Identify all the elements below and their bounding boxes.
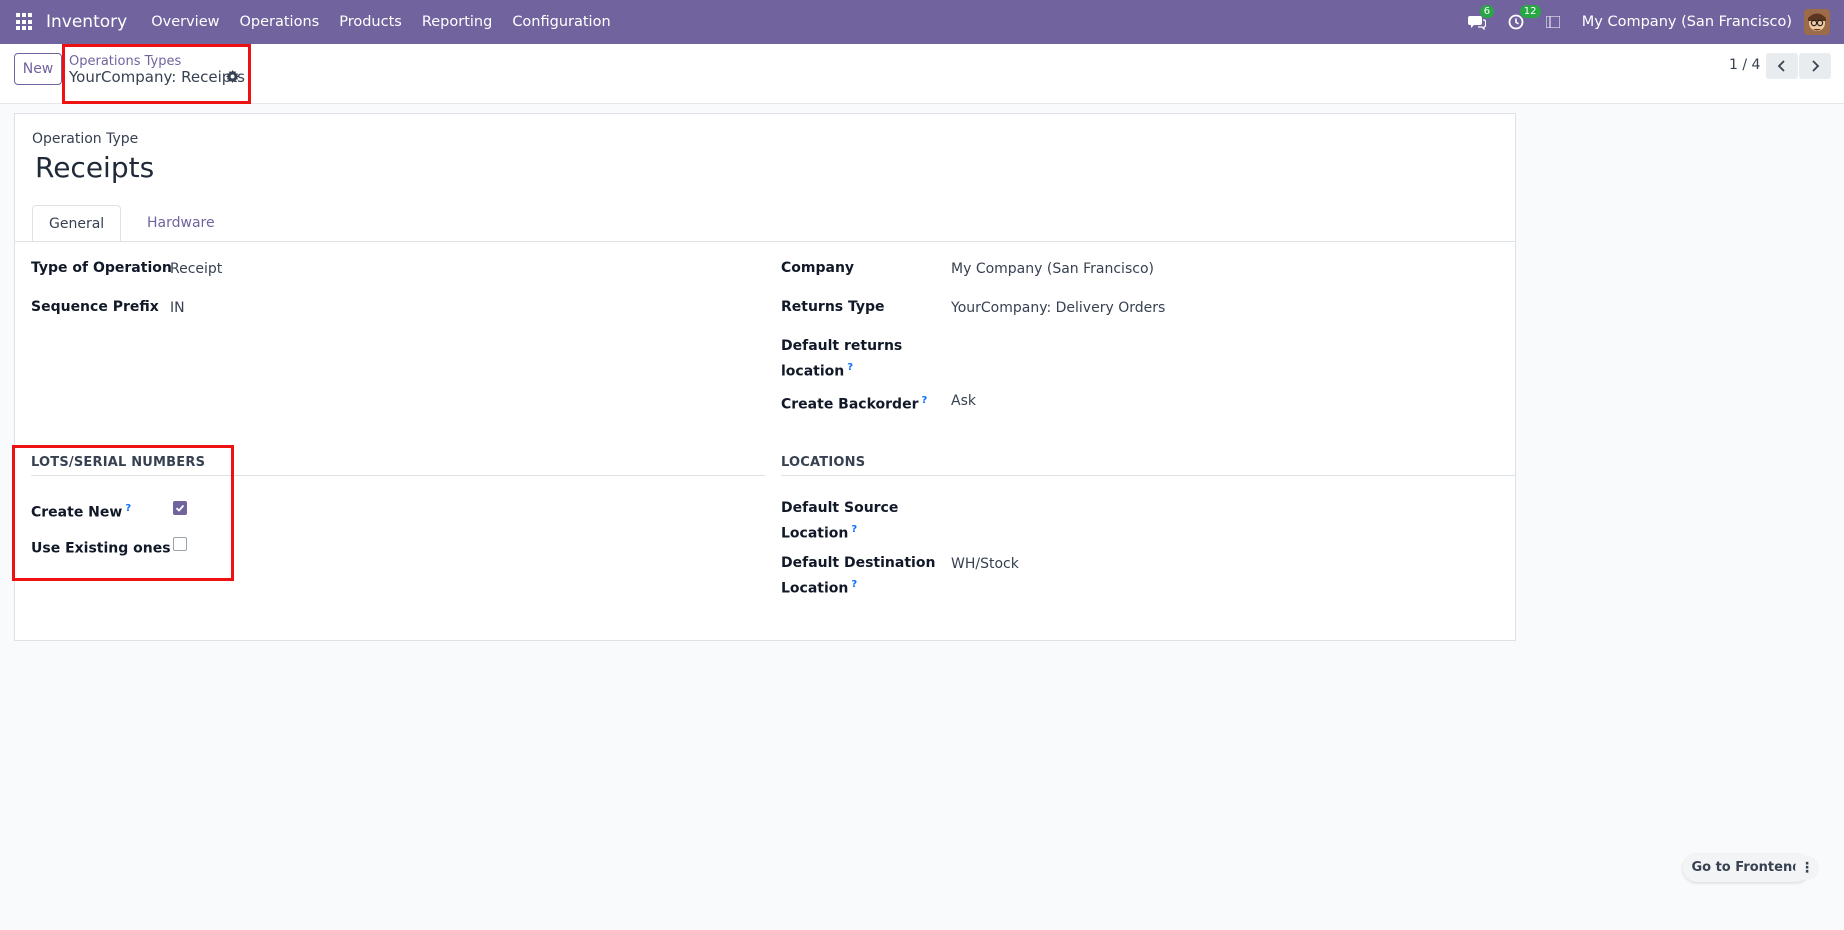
pager-previous-button[interactable] (1766, 53, 1798, 79)
default-returns-location-label-line1: Default returns (781, 338, 903, 354)
menu-overview[interactable]: Overview (151, 14, 219, 30)
top-navbar: Inventory Overview Operations Products R… (0, 0, 1844, 44)
help-tooltip-icon[interactable]: ? (851, 524, 857, 535)
help-tooltip-icon[interactable]: ? (847, 362, 853, 373)
menu-configuration[interactable]: Configuration (512, 14, 610, 30)
type-of-operation-label: Type of Operation (31, 260, 172, 276)
lots-section-highlight-box (12, 445, 234, 581)
breadcrumb-current-record: YourCompany: Receipts (69, 68, 245, 86)
form-sheet: Operation Type Receipts General Hardware… (14, 113, 1516, 641)
create-backorder-field[interactable]: Ask (951, 391, 976, 412)
help-tooltip-icon[interactable]: ? (851, 579, 857, 590)
menu-operations[interactable]: Operations (239, 14, 319, 30)
returns-type-field[interactable]: YourCompany: Delivery Orders (951, 298, 1165, 319)
default-destination-location-label-line1: Default Destination (781, 555, 936, 571)
locations-section-title: LOCATIONS (781, 455, 866, 470)
chevron-right-icon (1812, 60, 1820, 72)
company-name[interactable]: My Company (San Francisco) (1582, 14, 1792, 30)
default-destination-location-label: Default Destination Location? (781, 553, 935, 600)
more-options-icon[interactable]: ⋮ (1795, 856, 1819, 880)
main-menu: Overview Operations Products Reporting C… (151, 14, 630, 30)
default-returns-location-label: Default returns location? (781, 336, 902, 383)
navbar-systray: 6 12 My Company (San Francisco) (1467, 0, 1844, 44)
switch-company-toggle[interactable] (1545, 16, 1560, 28)
tab-hardware[interactable]: Hardware (131, 205, 231, 242)
chevron-left-icon (1777, 60, 1785, 72)
breadcrumb-parent-link[interactable]: Operations Types (69, 54, 181, 69)
app-grid-icon[interactable] (16, 13, 34, 31)
gear-icon[interactable] (226, 70, 239, 83)
messages-button[interactable]: 6 (1467, 5, 1495, 30)
default-source-location-label-line1: Default Source (781, 500, 899, 516)
help-tooltip-icon[interactable]: ? (921, 395, 927, 406)
operation-type-label: Operation Type (32, 131, 139, 147)
avatar-face-icon (1804, 9, 1830, 35)
activities-count-badge: 12 (1519, 5, 1541, 18)
activities-button[interactable]: 12 (1508, 5, 1541, 30)
app-name[interactable]: Inventory (46, 12, 127, 32)
tab-general[interactable]: General (32, 205, 122, 242)
default-source-location-label-line2: Location (781, 525, 849, 542)
menu-reporting[interactable]: Reporting (422, 14, 493, 30)
default-returns-location-label-line2: location (781, 363, 845, 380)
operation-type-name-field[interactable]: Receipts (35, 151, 154, 184)
control-panel: New (0, 44, 1844, 104)
locations-section-divider (781, 475, 1515, 476)
default-destination-location-field[interactable]: WH/Stock (951, 554, 1019, 575)
new-button[interactable]: New (14, 53, 62, 85)
type-of-operation-field[interactable]: Receipt (170, 259, 222, 280)
pager-next-button[interactable] (1799, 53, 1831, 79)
default-source-location-label: Default Source Location? (781, 498, 898, 545)
user-avatar[interactable] (1804, 9, 1830, 35)
tabs-divider (15, 241, 1515, 242)
returns-type-label: Returns Type (781, 299, 885, 315)
company-label: Company (781, 260, 855, 276)
company-field[interactable]: My Company (San Francisco) (951, 259, 1154, 280)
pager-value[interactable]: 1 / 4 (1729, 57, 1760, 73)
create-backorder-label: Create Backorder? (781, 390, 927, 416)
messages-count-badge: 6 (1479, 5, 1495, 18)
go-to-frontend-button[interactable]: Go to Frontend (1683, 854, 1810, 882)
menu-products[interactable]: Products (339, 14, 402, 30)
sequence-prefix-label: Sequence Prefix (31, 299, 159, 315)
default-destination-location-label-line2: Location (781, 580, 849, 597)
sequence-prefix-field[interactable]: IN (170, 298, 185, 319)
create-backorder-label-text: Create Backorder (781, 396, 919, 413)
building-list-icon (1545, 16, 1560, 28)
